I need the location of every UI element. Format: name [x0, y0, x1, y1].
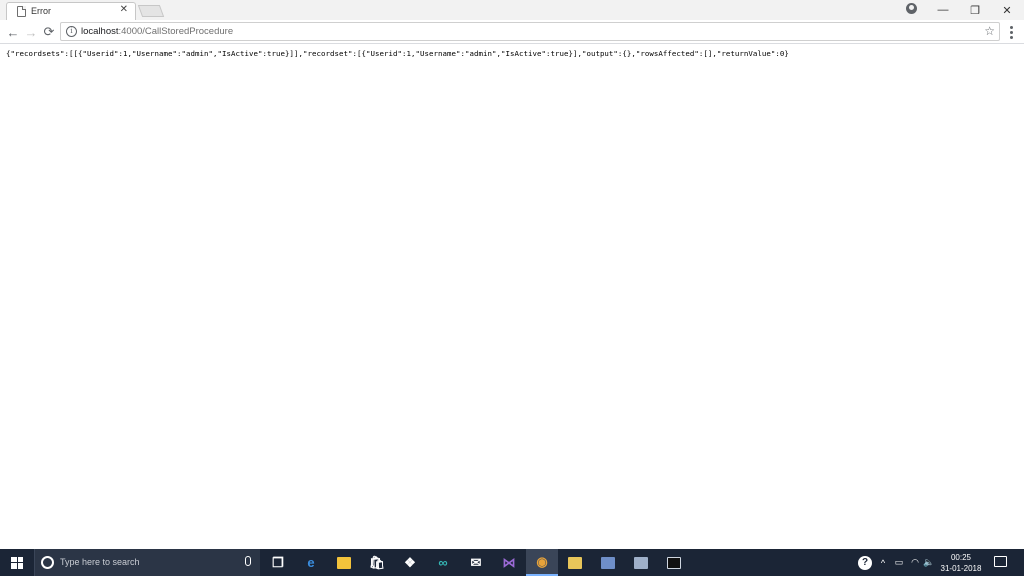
url-text[interactable]: localhost:4000/CallStoredProcedure	[81, 26, 233, 37]
dropbox-taskbar-button[interactable]: ❖	[394, 549, 426, 576]
store-icon: 🛍	[368, 555, 386, 570]
sql-server-icon	[568, 556, 582, 569]
browser-tab-error[interactable]: Error ✕	[6, 2, 136, 20]
windows-logo-icon	[11, 556, 23, 569]
help-icon: ?	[858, 555, 872, 570]
arduino-taskbar-button[interactable]: ∞	[427, 549, 459, 576]
remote-desktop-taskbar-button[interactable]	[592, 549, 624, 576]
wifi-icon[interactable]: ◠	[908, 549, 922, 576]
tools-icon	[634, 556, 648, 569]
store-taskbar-button[interactable]: 🛍	[361, 549, 393, 576]
chrome-icon: ◉	[536, 554, 548, 569]
chrome-taskbar-button[interactable]: ◉	[526, 549, 558, 576]
visual-studio-taskbar-button[interactable]: ⋈	[493, 549, 525, 576]
url-host: localhost	[81, 26, 119, 37]
terminal-taskbar-button[interactable]	[658, 549, 690, 576]
back-button[interactable]: ←	[4, 23, 22, 41]
browser-tab-strip: Error ✕ — ❐ ✕	[0, 0, 1024, 20]
search-placeholder: Type here to search	[60, 557, 140, 567]
browser-toolbar: ← → ⟳ i localhost:4000/CallStoredProcedu…	[0, 20, 1024, 44]
dropbox-icon: ❖	[404, 555, 416, 570]
page-icon	[17, 6, 26, 17]
battery-icon[interactable]: ▭	[892, 549, 906, 576]
tab-title: Error	[31, 6, 51, 16]
file-explorer-icon	[337, 556, 351, 569]
task-view-taskbar-button[interactable]: ❐	[262, 549, 294, 576]
visual-studio-icon: ⋈	[502, 555, 516, 570]
forward-button[interactable]: →	[22, 23, 40, 41]
tray-help[interactable]: ?	[856, 549, 874, 576]
tab-close-icon[interactable]: ✕	[120, 4, 128, 15]
profile-icon[interactable]	[906, 3, 917, 14]
restore-button[interactable]: ❐	[958, 0, 992, 20]
file-explorer-taskbar-button[interactable]	[328, 549, 360, 576]
url-path: :4000/CallStoredProcedure	[118, 26, 234, 37]
start-button[interactable]	[0, 549, 34, 576]
bookmark-star-icon[interactable]: ☆	[984, 24, 995, 38]
tray-chevron-icon[interactable]: ^	[876, 549, 890, 576]
mail-icon: ✉	[470, 555, 482, 570]
json-response-text: {"recordsets":[[{"Userid":1,"Username":"…	[6, 49, 789, 58]
arduino-icon: ∞	[438, 555, 448, 570]
tools-taskbar-button[interactable]	[625, 549, 657, 576]
edge-icon: e	[307, 555, 315, 570]
info-icon[interactable]: i	[66, 26, 77, 37]
task-view-icon: ❐	[272, 555, 284, 570]
taskbar-search[interactable]: Type here to search	[34, 549, 260, 576]
taskbar-clock[interactable]: 00:25 31-01-2018	[936, 552, 986, 574]
reload-button[interactable]: ⟳	[40, 23, 58, 41]
edge-taskbar-button[interactable]: e	[295, 549, 327, 576]
new-tab-button[interactable]	[137, 5, 165, 17]
sql-server-taskbar-button[interactable]	[559, 549, 591, 576]
mail-taskbar-button[interactable]: ✉	[460, 549, 492, 576]
windows-taskbar: Type here to search ❐ e 🛍 ❖ ∞ ✉ ⋈ ◉ ? ^ ▭ ◠ 🔈 0…	[0, 549, 1024, 576]
clock-date: 31-01-2018	[940, 564, 982, 573]
remote-desktop-icon	[601, 556, 615, 569]
clock-time: 00:25	[950, 553, 972, 562]
minimize-button[interactable]: —	[926, 0, 960, 20]
terminal-icon	[667, 556, 681, 569]
volume-icon[interactable]: 🔈	[922, 549, 936, 576]
page-content: {"recordsets":[[{"Userid":1,"Username":"…	[0, 45, 1024, 549]
close-window-button[interactable]: ✕	[990, 0, 1024, 20]
microphone-icon[interactable]	[245, 556, 251, 566]
browser-menu-icon[interactable]	[1006, 23, 1016, 41]
action-center-icon[interactable]	[994, 556, 1007, 567]
address-bar[interactable]: i localhost:4000/CallStoredProcedure ☆	[60, 22, 1000, 41]
cortana-icon	[41, 556, 54, 569]
